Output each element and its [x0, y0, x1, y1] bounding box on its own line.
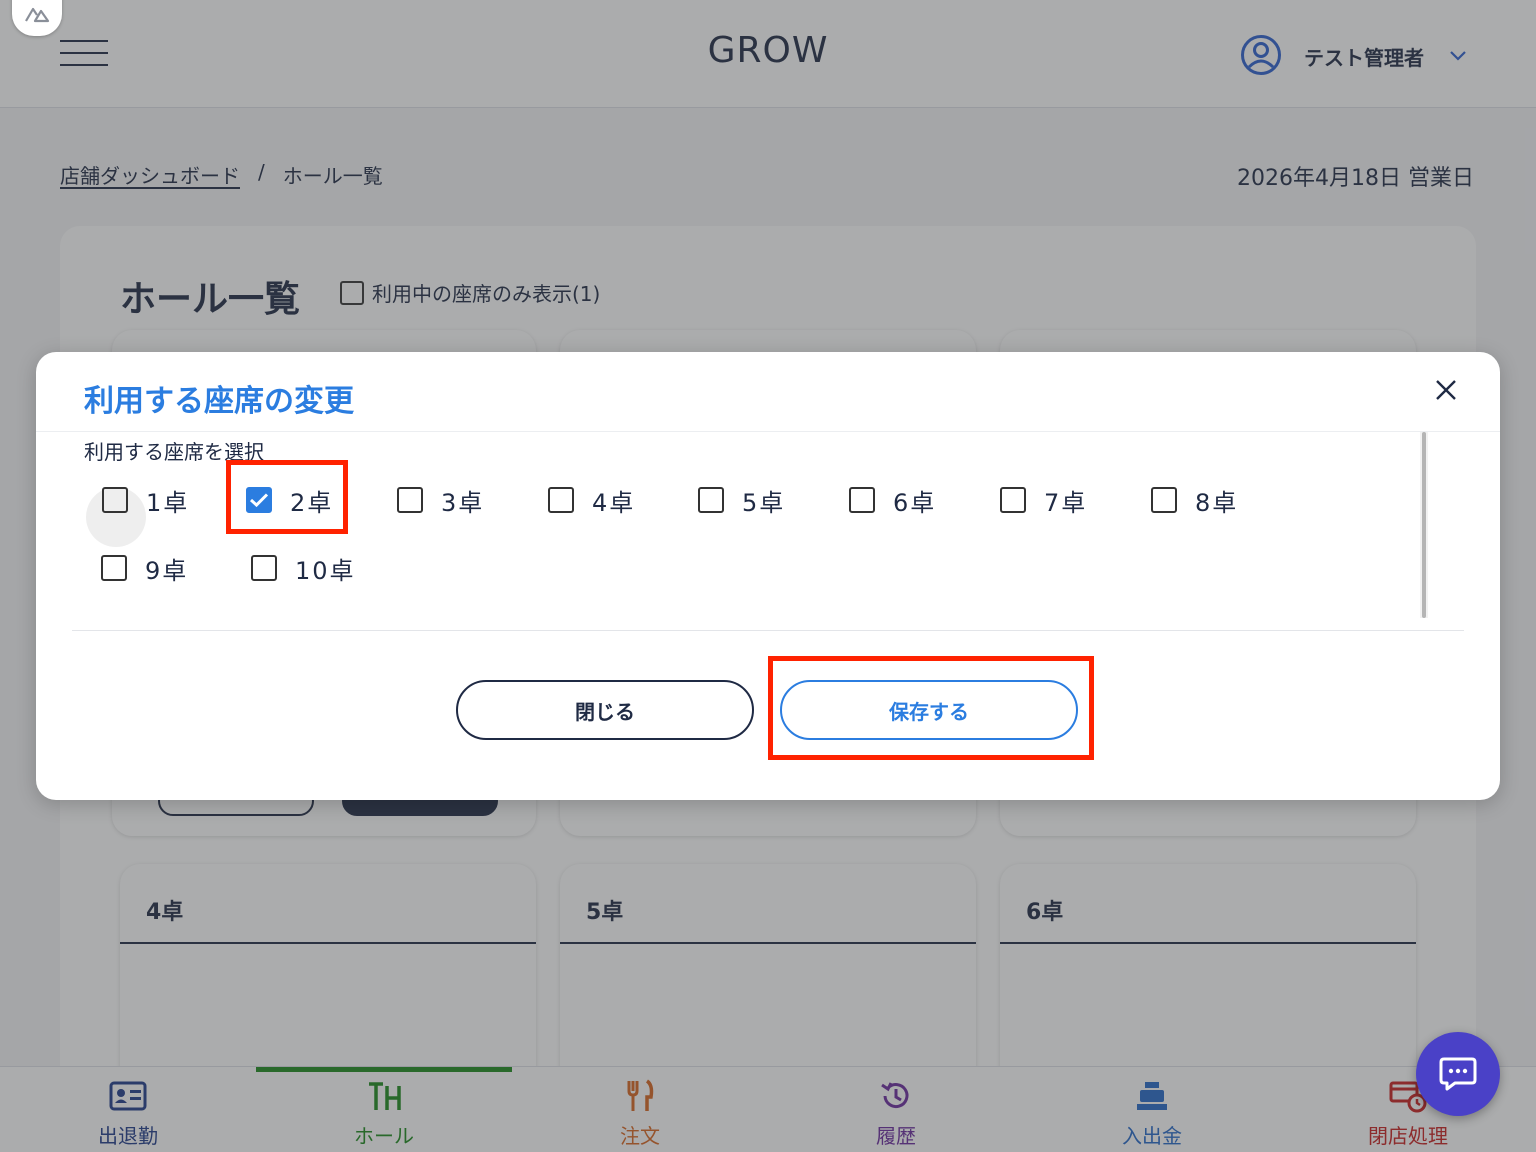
checkbox[interactable]: [849, 487, 875, 513]
seat-checkbox-3[interactable]: 3卓: [397, 470, 484, 530]
checkbox[interactable]: [698, 487, 724, 513]
seat-label: 5卓: [742, 488, 786, 517]
seat-label: 1卓: [146, 488, 190, 517]
seat-label: 6卓: [893, 488, 937, 517]
seat-checkbox-7[interactable]: 7卓: [1000, 470, 1087, 530]
seat-label: 2卓: [290, 488, 334, 517]
close-button[interactable]: 閉じる: [456, 680, 754, 740]
seat-label: 7卓: [1044, 488, 1088, 517]
chat-button[interactable]: [1416, 1032, 1500, 1116]
checkbox[interactable]: [102, 487, 128, 513]
seat-checkbox-6[interactable]: 6卓: [849, 470, 936, 530]
seat-select-label: 利用する座席を選択: [84, 440, 264, 464]
checkbox[interactable]: [548, 487, 574, 513]
seat-label: 8卓: [1195, 488, 1239, 517]
seat-checkbox-4[interactable]: 4卓: [548, 470, 635, 530]
seat-label: 9卓: [145, 556, 189, 585]
dialog-title: 利用する座席の変更: [84, 384, 354, 419]
seat-checkbox-9[interactable]: 9卓: [101, 538, 188, 598]
save-button[interactable]: 保存する: [780, 680, 1078, 740]
checkbox[interactable]: [251, 555, 277, 581]
checkbox-checked[interactable]: [246, 487, 272, 513]
checkbox[interactable]: [1151, 487, 1177, 513]
chat-bubble-icon: [1439, 1057, 1477, 1091]
seat-checkbox-10[interactable]: 10卓: [251, 538, 356, 598]
check-icon: [249, 493, 269, 508]
seat-label: 3卓: [441, 488, 485, 517]
seat-checkbox-1[interactable]: 1卓: [86, 470, 190, 547]
seat-label: 10卓: [295, 556, 356, 585]
seat-label: 4卓: [592, 488, 636, 517]
seat-change-dialog: 利用する座席の変更 利用する座席を選択 1卓 2卓 3卓 4卓 5卓 6卓 7卓…: [36, 352, 1500, 800]
seat-checkbox-2[interactable]: 2卓: [246, 470, 333, 530]
mountain-logo-icon: [25, 7, 50, 23]
close-icon[interactable]: [1432, 376, 1460, 404]
checkbox[interactable]: [101, 555, 127, 581]
checkbox[interactable]: [397, 487, 423, 513]
scrollbar-thumb[interactable]: [1422, 432, 1426, 618]
seat-checkbox-5[interactable]: 5卓: [698, 470, 785, 530]
seat-checkbox-8[interactable]: 8卓: [1151, 470, 1238, 530]
checkbox[interactable]: [1000, 487, 1026, 513]
